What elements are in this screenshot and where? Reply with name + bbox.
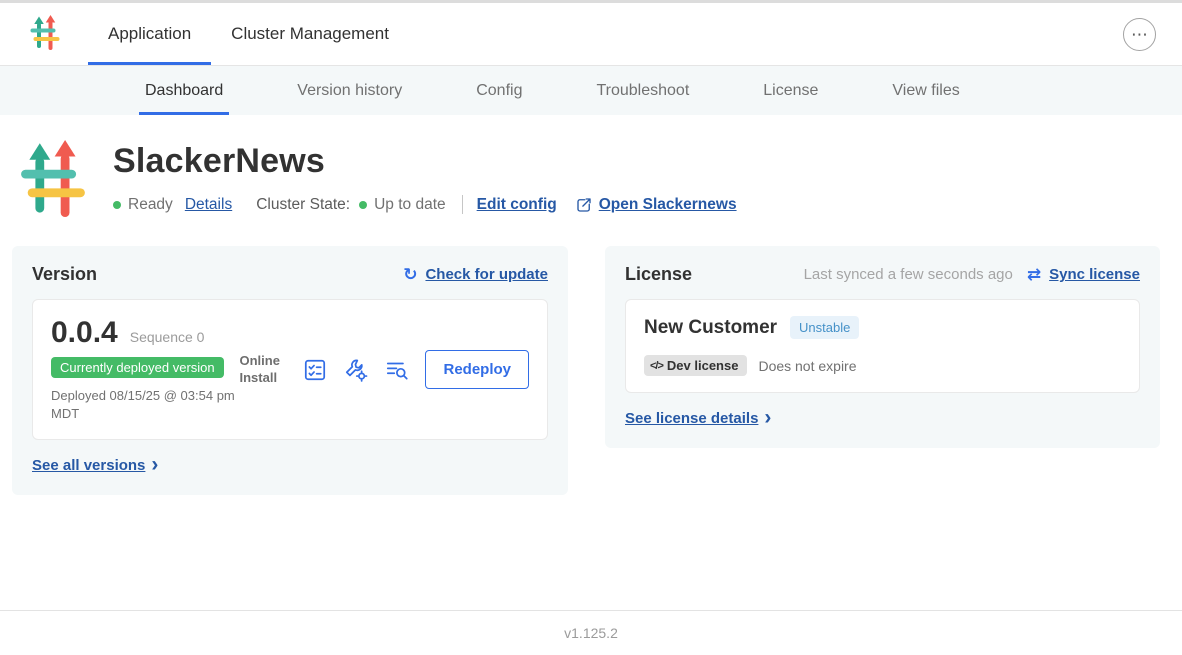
console-version-label: v1.125.2 [564,625,618,641]
cluster-state-label: Cluster State: [256,196,350,214]
see-all-versions-link[interactable]: See all versions [32,457,145,474]
app-header-text: SlackerNews Ready Details Cluster State:… [113,140,737,214]
edit-config-link[interactable]: Edit config [477,196,557,214]
see-all-versions: See all versions › [32,456,158,475]
customer-name: New Customer [644,317,777,339]
subnav-version-history[interactable]: Version history [291,66,408,115]
app-status-label: Ready [128,196,173,214]
check-for-update-link[interactable]: Check for update [425,266,548,283]
license-type-label: Dev license [667,358,739,373]
license-card-title: License [625,264,692,285]
version-number: 0.0.4 [51,316,118,350]
license-card-header: License Last synced a few seconds ago ⇄ … [625,264,1140,285]
license-type-badge: </> Dev license [644,355,747,376]
top-tabs: Application Cluster Management [88,3,409,65]
cluster-state-dot [359,201,367,209]
app-status-row: Ready Details Cluster State: Up to date … [113,195,737,214]
see-license-details: See license details › [625,409,771,428]
customer-row: New Customer Unstable [644,316,1121,339]
last-synced-label: Last synced a few seconds ago [804,266,1013,283]
admin-console-page: Application Cluster Management ⋯ Dashboa… [0,0,1182,655]
refresh-icon: ↻ [403,266,417,283]
cluster-state-value: Up to date [374,196,446,214]
subnav-license[interactable]: License [757,66,824,115]
app-icon [20,140,86,218]
app-logo-icon [30,15,60,53]
app-status-dot [113,201,121,209]
version-info: 0.0.4 Sequence 0 Currently deployed vers… [51,316,239,423]
expiration-label: Does not expire [758,358,856,374]
dashboard-cards: Version ↻ Check for update 0.0.4 Sequenc… [0,218,1182,495]
version-card-title: Version [32,264,97,285]
sync-icon: ⇄ [1027,266,1041,283]
chevron-right-icon: › [764,409,771,428]
version-number-row: 0.0.4 Sequence 0 [51,316,239,350]
version-controls: Online Install [239,350,529,389]
code-icon: </> [650,360,663,372]
tab-cluster-management[interactable]: Cluster Management [211,3,409,65]
open-app-label: Open Slackernews [599,196,737,214]
subnav-dashboard[interactable]: Dashboard [139,66,229,115]
redeploy-button[interactable]: Redeploy [425,350,529,389]
sync-license-link[interactable]: Sync license [1049,266,1140,283]
chevron-right-icon: › [151,456,158,475]
subnav-troubleshoot[interactable]: Troubleshoot [590,66,695,115]
version-card-header: Version ↻ Check for update [32,264,548,285]
console-footer: v1.125.2 [0,610,1182,655]
status-divider [462,195,463,214]
preflight-checks-icon[interactable] [302,357,328,383]
more-options-button[interactable]: ⋯ [1123,18,1156,51]
top-navbar: Application Cluster Management ⋯ [0,3,1182,66]
license-type-row: </> Dev license Does not expire [644,355,1121,376]
install-type-label: Online Install [239,353,287,387]
app-header: SlackerNews Ready Details Cluster State:… [0,115,1182,218]
open-app-icon [575,196,593,214]
license-card: License Last synced a few seconds ago ⇄ … [605,246,1160,448]
tab-application[interactable]: Application [88,3,211,65]
open-app-link[interactable]: Open Slackernews [575,196,737,214]
version-card: Version ↻ Check for update 0.0.4 Sequenc… [12,246,568,495]
view-logs-icon[interactable] [384,357,410,383]
page-title: SlackerNews [113,142,737,181]
deployed-status-badge: Currently deployed version [51,357,224,378]
license-card-actions: Last synced a few seconds ago ⇄ Sync lic… [804,266,1140,283]
subnav-view-files[interactable]: View files [886,66,965,115]
app-subnav: Dashboard Version history Config Trouble… [0,66,1182,115]
sequence-label: Sequence 0 [130,329,205,345]
license-details-box: New Customer Unstable </> Dev license Do… [625,299,1140,393]
channel-badge: Unstable [790,316,859,339]
config-wrench-icon[interactable] [343,357,369,383]
version-card-actions: ↻ Check for update [403,266,548,283]
see-license-details-link[interactable]: See license details [625,410,758,427]
subnav-config[interactable]: Config [470,66,528,115]
details-link[interactable]: Details [185,196,232,214]
current-version-box: 0.0.4 Sequence 0 Currently deployed vers… [32,299,548,440]
deployed-timestamp: Deployed 08/15/25 @ 03:54 pm MDT [51,387,239,423]
